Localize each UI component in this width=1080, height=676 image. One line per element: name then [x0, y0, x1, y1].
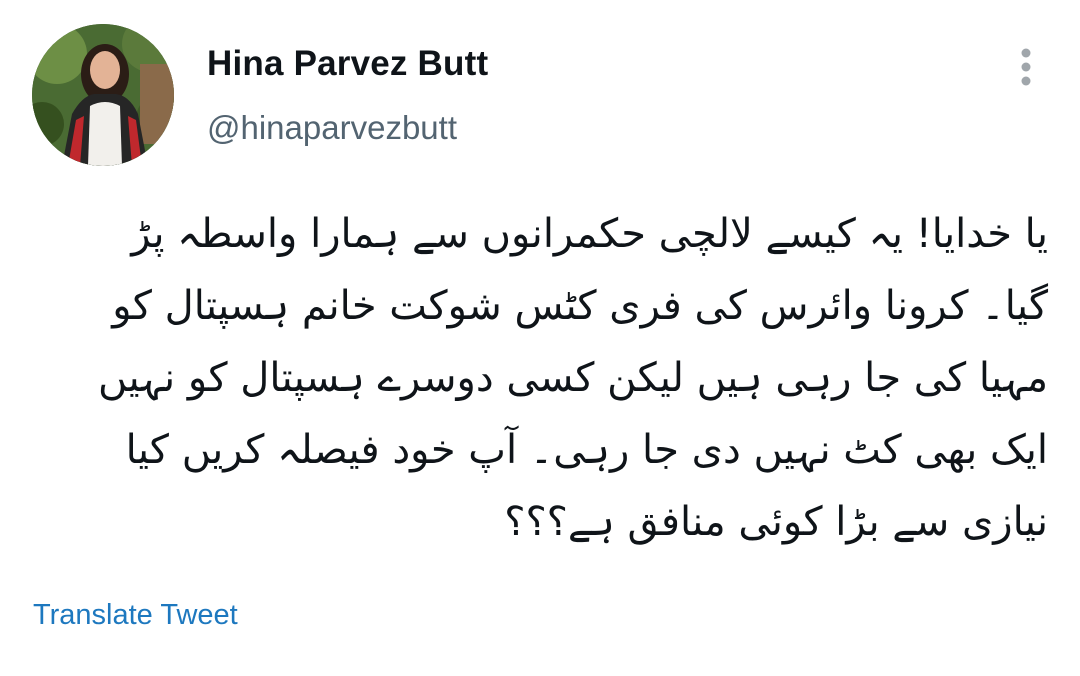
vertical-ellipsis-icon [1021, 48, 1031, 86]
tweet-card: Hina Parvez Butt @hinaparvezbutt یا خدای… [0, 0, 1080, 676]
more-options-button[interactable] [1006, 44, 1046, 90]
translate-tweet-link[interactable]: Translate Tweet [33, 599, 238, 632]
tweet-text-line: ایک بھی کٹ نہیں دی جا رہی۔ آپ خود فیصلہ … [125, 427, 1048, 473]
tweet-text-line: یا خدایا! یہ کیسے لالچی حکمرانوں سے ہمار… [131, 211, 1048, 257]
tweet-text-line: مہیا کی جا رہی ہیں لیکن کسی دوسرے ہسپتال… [98, 355, 1048, 401]
avatar[interactable] [32, 24, 174, 166]
profile-photo-icon [32, 24, 174, 166]
tweet-text: یا خدایا! یہ کیسے لالچی حکمرانوں سے ہمار… [34, 198, 1048, 558]
user-handle[interactable]: @hinaparvezbutt [207, 109, 457, 147]
display-name[interactable]: Hina Parvez Butt [207, 44, 488, 84]
tweet-text-line: گیا۔ کرونا وائرس کی فری کٹس شوکت خانم ہس… [112, 283, 1048, 329]
tweet-text-line: نیازی سے بڑا کوئی منافق ہے؟؟؟ [504, 499, 1048, 545]
